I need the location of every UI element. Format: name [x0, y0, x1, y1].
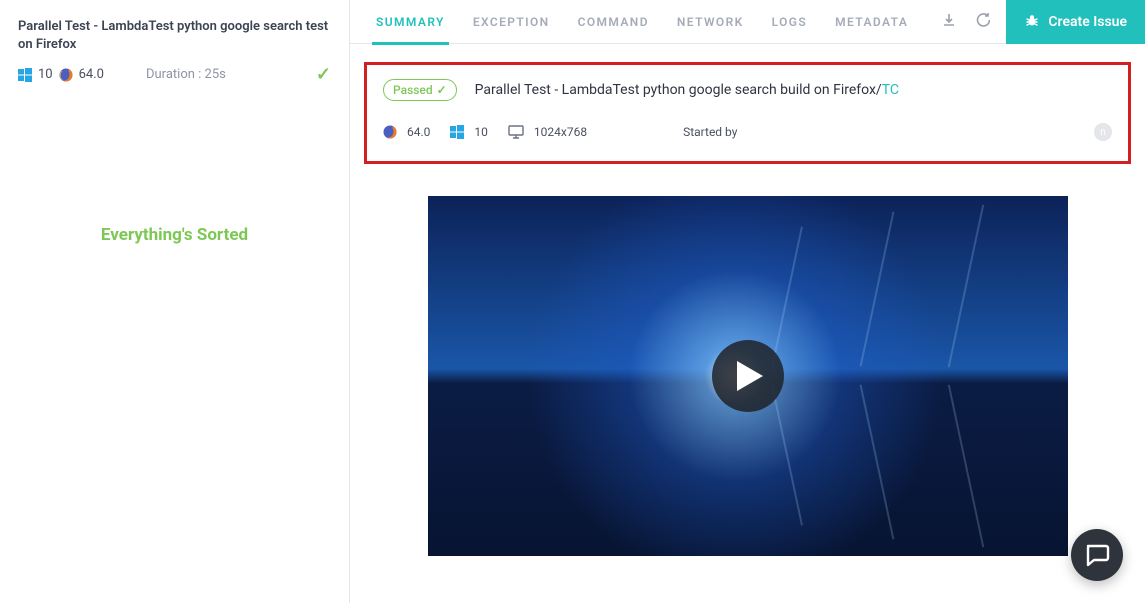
- windows-icon: [18, 68, 32, 82]
- spec-browser-version: 64.0: [407, 125, 430, 139]
- create-issue-label: Create Issue: [1048, 14, 1127, 30]
- sidebar: Parallel Test - LambdaTest python google…: [0, 0, 350, 603]
- spec-row: 64.0 10 1024x768 Started by n: [383, 123, 1112, 141]
- play-icon: [737, 361, 763, 391]
- tag-badge: n: [1094, 123, 1112, 141]
- sorted-label: Everything's Sorted: [18, 225, 331, 245]
- tab-network[interactable]: NETWORK: [663, 0, 758, 44]
- tab-summary[interactable]: SUMMARY: [362, 0, 459, 44]
- os-version: 10: [38, 67, 53, 82]
- download-icon[interactable]: [932, 13, 966, 31]
- check-icon: ✓: [316, 64, 331, 85]
- refresh-icon[interactable]: [966, 13, 1000, 31]
- chat-icon: [1084, 542, 1110, 568]
- main-panel: SUMMARY EXCEPTION COMMAND NETWORK LOGS M…: [350, 0, 1145, 603]
- spec-resolution: 1024x768: [534, 125, 587, 139]
- duration-label: Duration : 25s: [146, 67, 226, 82]
- run-title-link[interactable]: TC: [882, 82, 899, 98]
- tab-command[interactable]: COMMAND: [564, 0, 663, 44]
- tab-exception[interactable]: EXCEPTION: [459, 0, 564, 44]
- run-title: Parallel Test - LambdaTest python google…: [475, 82, 899, 98]
- video-thumbnail[interactable]: [428, 196, 1068, 556]
- chat-button[interactable]: [1071, 529, 1123, 581]
- summary-highlight: Passed ✓ Parallel Test - LambdaTest pyth…: [364, 62, 1131, 164]
- bug-icon: [1024, 12, 1040, 32]
- run-title-text: Parallel Test - LambdaTest python google…: [475, 82, 882, 98]
- started-by-label: Started by: [683, 125, 737, 139]
- tabs: SUMMARY EXCEPTION COMMAND NETWORK LOGS M…: [350, 0, 1145, 44]
- firefox-icon: [59, 68, 73, 82]
- firefox-icon: [383, 125, 397, 139]
- test-meta-row: 10 64.0 Duration : 25s ✓: [18, 64, 331, 85]
- spec-os-version: 10: [474, 125, 488, 139]
- tab-metadata[interactable]: METADATA: [821, 0, 922, 44]
- monitor-icon: [508, 125, 524, 139]
- tab-logs[interactable]: LOGS: [758, 0, 822, 44]
- windows-icon: [450, 125, 464, 139]
- create-issue-button[interactable]: Create Issue: [1006, 0, 1145, 44]
- play-button[interactable]: [712, 340, 784, 412]
- status-badge: Passed ✓: [383, 79, 457, 101]
- check-icon: ✓: [437, 83, 447, 97]
- status-label: Passed: [393, 83, 433, 97]
- browser-version: 64.0: [79, 67, 104, 82]
- test-title: Parallel Test - LambdaTest python google…: [18, 18, 331, 54]
